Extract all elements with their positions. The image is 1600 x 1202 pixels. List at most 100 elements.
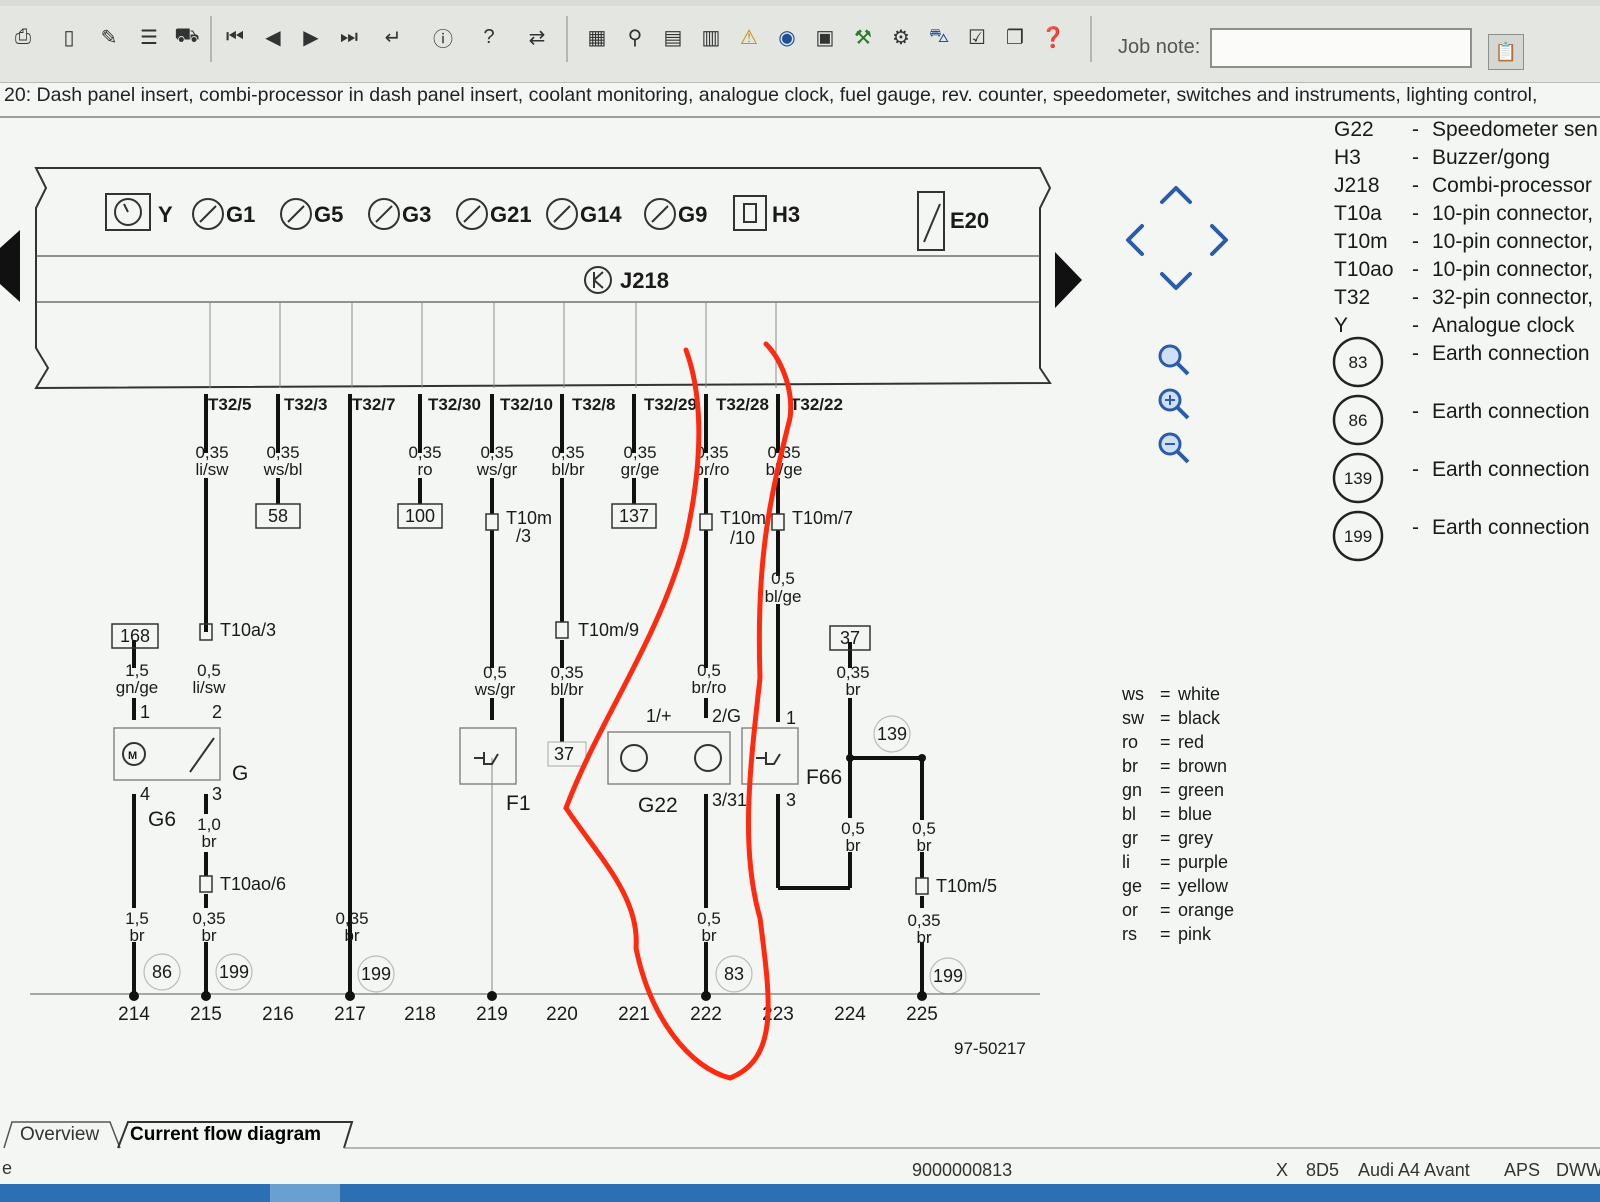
tab-overview[interactable]: Overview <box>10 1120 109 1150</box>
manual-icon[interactable]: ▥ <box>696 22 726 52</box>
earth-point: 199 <box>361 964 391 984</box>
pin-number: 3 <box>212 784 222 804</box>
svg-text:-: - <box>1412 146 1419 169</box>
svg-text:=: = <box>1160 804 1171 824</box>
connector-label: /10 <box>730 528 755 548</box>
legend-desc: 10-pin connector, <box>1432 258 1593 281</box>
document-list-icon[interactable]: ☰ <box>134 22 164 52</box>
svg-text:white: white <box>1177 684 1220 704</box>
wrench-icon[interactable]: ⚙ <box>886 22 916 52</box>
info-icon[interactable]: ⓘ <box>428 22 458 52</box>
status-code: 8D5 <box>1306 1160 1340 1180</box>
scroll-left-arrow[interactable] <box>1126 224 1144 256</box>
warning-icon[interactable]: ⚠ <box>734 22 764 52</box>
taskbar-item[interactable] <box>270 1184 340 1202</box>
earth-legend-desc: Earth connection <box>1432 458 1590 481</box>
pin-label: T32/3 <box>284 395 327 414</box>
svg-text:purple: purple <box>1178 852 1228 872</box>
page-left-arrow[interactable] <box>0 230 20 302</box>
connector-label: T10ao/6 <box>220 874 286 894</box>
svg-text:br: br <box>701 926 716 945</box>
track-number: 219 <box>476 1004 508 1025</box>
last-page-icon[interactable]: ⏭ <box>334 22 364 52</box>
track-number: 215 <box>190 1004 222 1025</box>
return-icon[interactable]: ↵ <box>378 22 408 52</box>
car-service-icon[interactable]: ⛍ <box>924 22 954 52</box>
ref-label: 137 <box>619 506 649 526</box>
svg-text:-: - <box>1412 458 1419 481</box>
track-number: 220 <box>546 1004 578 1025</box>
swap-icon[interactable]: ⇄ <box>522 22 552 52</box>
connector-label: T10m <box>720 508 766 528</box>
pin-label: T32/10 <box>500 395 553 414</box>
ref-label: 37 <box>840 628 860 648</box>
ref-label: 58 <box>268 506 288 526</box>
scroll-up-arrow[interactable] <box>1160 186 1192 204</box>
connector-label: T10m <box>506 508 552 528</box>
svg-text:-: - <box>1412 314 1419 337</box>
track-number: 217 <box>334 1004 366 1025</box>
help-icon[interactable]: ? <box>474 22 504 52</box>
legend-code: T10a <box>1334 202 1382 225</box>
svg-text:M: M <box>128 750 137 762</box>
svg-text:-: - <box>1412 516 1419 539</box>
legend-desc: Analogue clock <box>1432 314 1575 337</box>
checklist-icon[interactable]: ☑ <box>962 22 992 52</box>
job-note-button[interactable]: 📋 <box>1488 34 1524 70</box>
processor-j218-label: J218 <box>620 268 669 293</box>
legend-code: H3 <box>1334 146 1361 169</box>
pin-number: 3/31 <box>712 790 747 810</box>
tree-icon[interactable]: ⚲ <box>620 22 650 52</box>
diagram-header: 20: Dash panel insert, combi-processor i… <box>4 84 1538 106</box>
page-right-arrow[interactable] <box>1055 252 1082 308</box>
svg-text:=: = <box>1160 828 1171 848</box>
svg-text:bl/ge: bl/ge <box>766 460 803 479</box>
connector-label: T10a/3 <box>220 620 276 640</box>
svg-text:grey: grey <box>1178 828 1213 848</box>
earth-legend-desc: Earth connection <box>1432 342 1590 365</box>
track-number: 222 <box>690 1004 722 1025</box>
legend-code: T10m <box>1334 230 1388 253</box>
svg-text:br: br <box>129 926 144 945</box>
module-icon[interactable]: ▦ <box>582 22 612 52</box>
scroll-down-arrow[interactable] <box>1160 272 1192 290</box>
globe-icon[interactable]: ◉ <box>772 22 802 52</box>
svg-text:black: black <box>1178 708 1221 728</box>
files-icon[interactable]: ❐ <box>1000 22 1030 52</box>
new-document-icon[interactable]: ▯ <box>54 22 84 52</box>
legend-desc: Speedometer sen <box>1432 118 1598 141</box>
book-icon[interactable]: ▤ <box>658 22 688 52</box>
component-g3-label: G3 <box>402 202 431 227</box>
next-page-icon[interactable]: ▶ <box>296 22 326 52</box>
pin-number: 1/+ <box>646 706 672 726</box>
vehicle-icon[interactable]: ⛟ <box>172 22 202 52</box>
tool-icon[interactable]: ⚒ <box>848 22 878 52</box>
svg-text:br: br <box>1122 756 1138 776</box>
track-number: 214 <box>118 1004 150 1025</box>
svg-text:sw: sw <box>1122 708 1145 728</box>
svg-text:ro: ro <box>1122 732 1138 752</box>
svg-text:br: br <box>201 832 216 851</box>
svg-text:-: - <box>1412 174 1419 197</box>
database-icon[interactable]: ▣ <box>810 22 840 52</box>
svg-text:bl: bl <box>1122 804 1136 824</box>
status-bar: e 9000000813 X 8D5 Audi A4 Avant APS DWW <box>0 1154 1600 1184</box>
connector-label: T10m/5 <box>936 876 997 896</box>
first-page-icon[interactable]: ⏮ <box>220 22 250 52</box>
svg-text:ws/bl: ws/bl <box>263 460 303 479</box>
svg-text:=: = <box>1160 708 1171 728</box>
connector-label: /3 <box>516 526 531 546</box>
svg-text:=: = <box>1160 900 1171 920</box>
previous-page-icon[interactable]: ◀ <box>258 22 288 52</box>
help-book-icon[interactable]: ❓ <box>1038 22 1068 52</box>
svg-text:blue: blue <box>1178 804 1212 824</box>
scroll-right-arrow[interactable] <box>1210 224 1228 256</box>
component-y-label: Y <box>158 202 173 227</box>
ref-label: 168 <box>120 626 150 646</box>
tab-current-flow-diagram[interactable]: Current flow diagram <box>120 1120 331 1150</box>
track-number: 221 <box>618 1004 650 1025</box>
edit-document-icon[interactable]: ✎ <box>94 22 124 52</box>
job-note-input[interactable] <box>1210 28 1472 68</box>
print-icon[interactable]: ⎙ <box>8 22 38 52</box>
component-g21-label: G21 <box>490 202 532 227</box>
